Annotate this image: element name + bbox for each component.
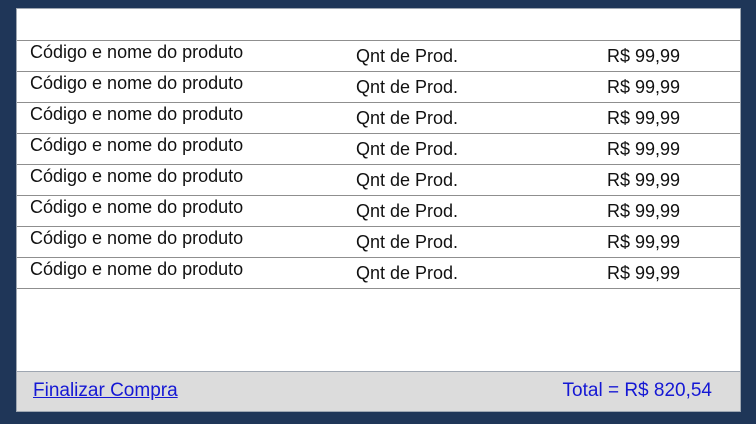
product-name: Código e nome do produto	[30, 197, 244, 217]
top-bar	[17, 9, 740, 40]
product-price: R$ 99,99	[607, 232, 681, 252]
product-name: Código e nome do produto	[30, 73, 244, 93]
finish-purchase-link[interactable]: Finalizar Compra	[33, 379, 178, 403]
total-price: Total = R$ 820,54	[562, 380, 712, 401]
table-row: Código e nome do produto Qnt de Prod. R$…	[17, 258, 740, 289]
product-quantity: Qnt de Prod.	[356, 77, 459, 97]
product-name: Código e nome do produto	[30, 135, 244, 155]
product-price: R$ 99,99	[607, 46, 681, 66]
product-quantity: Qnt de Prod.	[356, 170, 459, 190]
product-name: Código e nome do produto	[30, 42, 244, 62]
product-price: R$ 99,99	[607, 77, 681, 97]
product-name: Código e nome do produto	[30, 104, 244, 124]
product-name: Código e nome do produto	[30, 259, 244, 279]
product-quantity: Qnt de Prod.	[356, 139, 459, 159]
product-quantity: Qnt de Prod.	[356, 108, 459, 128]
product-quantity: Qnt de Prod.	[356, 201, 459, 221]
cart-footer: Finalizar Compra Total = R$ 820,54	[17, 371, 740, 411]
product-price: R$ 99,99	[607, 139, 681, 159]
product-name: Código e nome do produto	[30, 228, 244, 248]
product-price: R$ 99,99	[607, 201, 681, 221]
cart-panel: Código e nome do produto Qnt de Prod. R$…	[16, 8, 741, 412]
product-price: R$ 99,99	[607, 108, 681, 128]
product-price: R$ 99,99	[607, 263, 681, 283]
product-price: R$ 99,99	[607, 170, 681, 190]
product-quantity: Qnt de Prod.	[356, 263, 459, 283]
product-quantity: Qnt de Prod.	[356, 46, 459, 66]
product-list: Código e nome do produto Qnt de Prod. R$…	[17, 40, 740, 289]
product-quantity: Qnt de Prod.	[356, 232, 459, 252]
product-name: Código e nome do produto	[30, 166, 244, 186]
